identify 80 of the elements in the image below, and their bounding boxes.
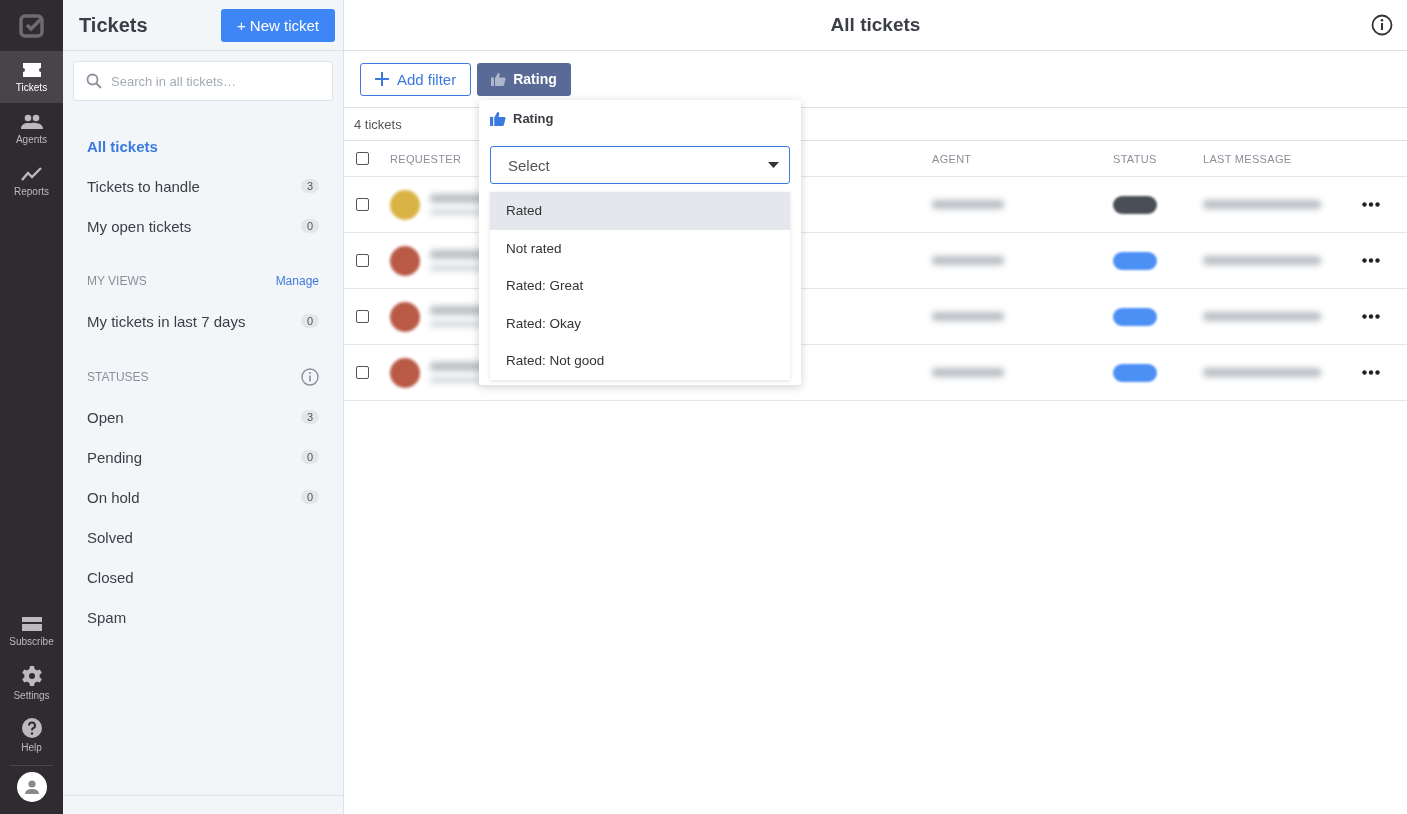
settings-nav-item[interactable]: Settings xyxy=(0,657,63,709)
view-label: All tickets xyxy=(87,137,158,155)
search-icon xyxy=(86,73,102,89)
view-item[interactable]: My open tickets 0 xyxy=(63,206,343,246)
row-checkbox[interactable] xyxy=(356,198,369,211)
status-item[interactable]: Pending 0 xyxy=(63,437,343,477)
more-icon[interactable] xyxy=(1362,202,1380,207)
thumbs-up-icon xyxy=(490,110,506,126)
row-checkbox[interactable] xyxy=(356,254,369,267)
blurred-text xyxy=(932,368,1004,377)
rating-filter-button[interactable]: Rating xyxy=(477,62,571,96)
rating-option[interactable]: Not rated xyxy=(490,229,790,267)
status-item[interactable]: Solved xyxy=(63,517,343,557)
status-label: Open xyxy=(87,408,124,426)
info-icon[interactable] xyxy=(1371,14,1393,36)
count-badge: 0 xyxy=(300,450,319,464)
search-field[interactable]: Search in all tickets… xyxy=(73,61,333,101)
blurred-text xyxy=(932,200,1004,209)
column-header: REQUESTER xyxy=(390,152,463,165)
rating-option[interactable]: Rated xyxy=(490,192,790,230)
caret-icon xyxy=(768,162,779,168)
status-label: Pending xyxy=(87,448,143,466)
blurred-text xyxy=(932,256,1004,265)
column-header: STATUS xyxy=(1113,152,1158,165)
help-icon xyxy=(21,717,42,738)
status-item[interactable]: Spam xyxy=(63,597,343,637)
view-label: Tickets to handle xyxy=(87,177,200,195)
count-badge: 0 xyxy=(300,314,319,328)
view-label: My open tickets xyxy=(87,217,192,235)
tickets-nav-item[interactable]: Tickets xyxy=(0,51,63,103)
page-title: All tickets xyxy=(830,14,921,36)
count-badge: 0 xyxy=(300,490,319,504)
sidebar-title: Tickets xyxy=(79,13,148,37)
ticket-count: 4 tickets xyxy=(354,116,402,132)
thumbs-up-icon xyxy=(491,72,507,86)
more-icon[interactable] xyxy=(1362,258,1380,263)
agents-nav-item[interactable]: Agents xyxy=(0,103,63,155)
select-all-checkbox[interactable] xyxy=(356,152,369,165)
row-checkbox[interactable] xyxy=(356,310,369,323)
rating-option[interactable]: Rated: Okay xyxy=(490,304,790,342)
people-icon xyxy=(20,113,43,130)
row-checkbox[interactable] xyxy=(356,366,369,379)
status-label: Spam xyxy=(87,608,127,626)
new-ticket-button[interactable]: + New ticket xyxy=(220,8,335,42)
view-item[interactable]: Tickets to handle 3 xyxy=(63,166,343,206)
status-item[interactable]: Closed xyxy=(63,557,343,597)
plus-icon xyxy=(375,72,389,86)
status-label: On hold xyxy=(87,488,140,506)
user-avatar-icon[interactable] xyxy=(16,772,47,802)
status-label: Closed xyxy=(87,568,134,586)
count-badge: 3 xyxy=(300,179,319,193)
more-icon[interactable] xyxy=(1362,314,1380,319)
view-label: My tickets in last 7 days xyxy=(87,312,246,330)
dropdown-title: Rating xyxy=(513,110,554,126)
ticket-icon xyxy=(21,61,42,78)
manage-link[interactable]: Manage xyxy=(275,274,319,288)
reports-nav-item[interactable]: Reports xyxy=(0,155,63,207)
logo-icon[interactable] xyxy=(18,12,45,39)
view-item[interactable]: All tickets xyxy=(63,126,343,166)
status-item[interactable]: Open 3 xyxy=(63,397,343,437)
help-nav-item[interactable]: Help xyxy=(0,709,63,761)
rating-select[interactable]: Select xyxy=(490,146,790,184)
blurred-text xyxy=(932,312,1004,321)
count-badge: 3 xyxy=(300,410,319,424)
status-label: Solved xyxy=(87,528,133,546)
section-heading: STATUSES xyxy=(87,370,149,384)
line-chart-icon xyxy=(20,165,43,182)
status-item[interactable]: On hold 0 xyxy=(63,477,343,517)
add-filter-button[interactable]: Add filter xyxy=(360,62,472,96)
section-heading: MY VIEWS xyxy=(87,274,147,288)
subscribe-nav-item[interactable]: Subscribe xyxy=(0,605,63,657)
more-icon[interactable] xyxy=(1362,370,1380,375)
rating-option[interactable]: Rated: Not good xyxy=(490,342,790,380)
count-badge: 0 xyxy=(300,219,319,233)
settings-icon xyxy=(21,665,42,686)
column-header: AGENT xyxy=(932,152,973,165)
column-header: LAST MESSAGE xyxy=(1203,152,1293,165)
rating-option[interactable]: Rated: Great xyxy=(490,267,790,305)
view-item[interactable]: My tickets in last 7 days 0 xyxy=(63,301,343,341)
credit-card-icon xyxy=(21,615,42,632)
